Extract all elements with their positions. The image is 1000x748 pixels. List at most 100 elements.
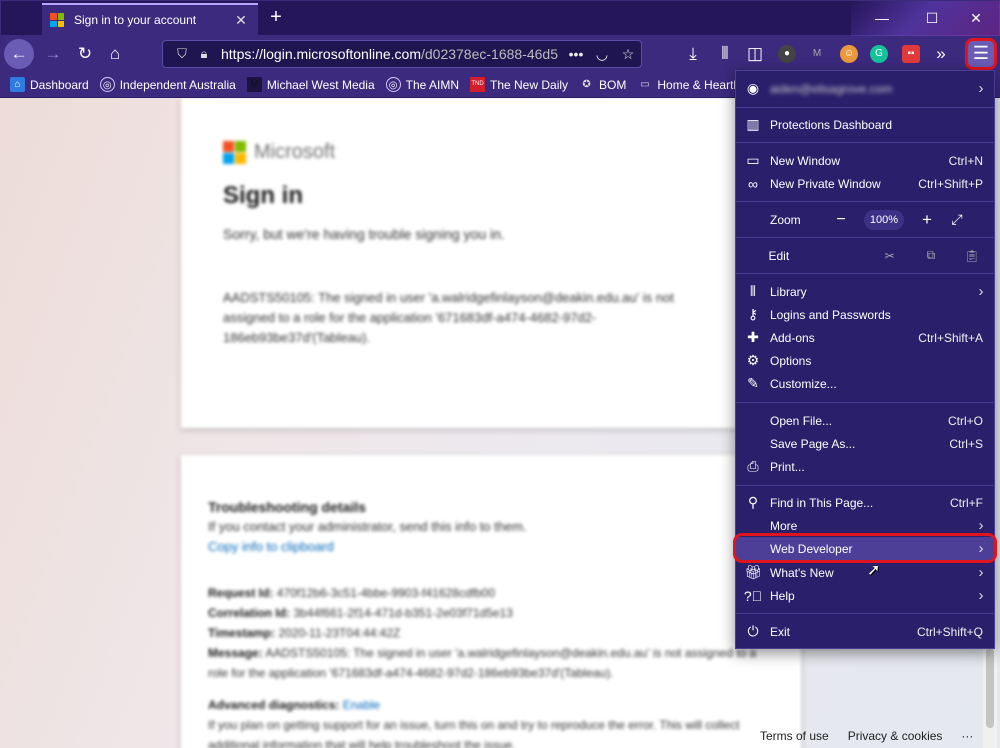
menu-open-file[interactable]: Open File... Ctrl+O bbox=[736, 409, 994, 432]
zoom-out-button[interactable]: − bbox=[830, 211, 852, 229]
menu-whats-new[interactable]: 🎁︎ What's New › bbox=[736, 561, 994, 584]
menu-separator bbox=[736, 402, 994, 403]
copy-info-link[interactable]: Copy info to clipboard bbox=[208, 539, 334, 554]
detail-row: Message: AADSTS50105: The signed in user… bbox=[208, 646, 757, 680]
reload-button[interactable]: ↻ bbox=[72, 42, 98, 66]
grammarly-icon[interactable]: G bbox=[870, 45, 888, 63]
home-button[interactable]: ⌂ bbox=[102, 42, 128, 66]
more-options-link[interactable]: ··· bbox=[961, 729, 973, 743]
url-bar[interactable]: ⛉ 🔒︎ https://login.microsoftonline.com/d… bbox=[162, 40, 642, 68]
search-icon: ⚲ bbox=[747, 494, 759, 510]
puzzle-icon: ✚ bbox=[747, 329, 759, 345]
copy-icon[interactable]: ⧉ bbox=[912, 248, 950, 263]
menu-logins-passwords[interactable]: ⚷ Logins and Passwords bbox=[736, 303, 994, 326]
error-message: AADSTS50105: The signed in user 'a.walri… bbox=[223, 290, 674, 345]
bookmark-bom[interactable]: ✪ BOM bbox=[579, 77, 626, 92]
bookmark-home-hearth[interactable]: ▭ Home & Hearth bbox=[637, 77, 740, 92]
mw-logo-icon: M bbox=[246, 77, 262, 92]
back-button[interactable]: ← bbox=[4, 39, 34, 69]
terms-link[interactable]: Terms of use bbox=[760, 729, 829, 743]
extension-face-icon[interactable]: ☺ bbox=[840, 45, 858, 63]
troubleshooting-card: Troubleshooting details If you contact y… bbox=[181, 455, 801, 748]
gear-icon: ⚙ bbox=[746, 352, 760, 368]
bookmark-the-aimn[interactable]: ◎ The AIMN bbox=[385, 77, 459, 92]
library-icon: ⫴ bbox=[750, 283, 756, 299]
extension-m-icon[interactable]: M bbox=[808, 45, 826, 63]
tab-bar: Sign in to your account ✕ + — ☐ ✕ bbox=[0, 0, 1000, 37]
tab-title: Sign in to your account bbox=[74, 13, 197, 27]
page-title: Sign in bbox=[223, 182, 303, 209]
bookmark-star-icon[interactable]: ☆ bbox=[615, 46, 641, 63]
privacy-link[interactable]: Privacy & cookies bbox=[848, 729, 943, 743]
menu-separator bbox=[736, 107, 994, 108]
shield-icon[interactable]: ⛉ bbox=[171, 46, 193, 62]
minimize-button[interactable]: — bbox=[865, 5, 899, 31]
enable-link[interactable]: Enable bbox=[343, 698, 380, 712]
menu-protections-dashboard[interactable]: ▥ Protections Dashboard bbox=[736, 113, 994, 136]
tab-signin[interactable]: Sign in to your account ✕ bbox=[42, 3, 258, 35]
chevron-right-icon: › bbox=[978, 517, 984, 534]
microsoft-logo-icon bbox=[223, 141, 246, 164]
menu-separator bbox=[736, 613, 994, 614]
menu-customize[interactable]: ✎ Customize... bbox=[736, 372, 994, 395]
menu-edit-row: Edit ✂ ⧉ 📋︎ bbox=[736, 244, 994, 267]
printer-icon: ⎙ bbox=[747, 458, 759, 474]
menu-new-window[interactable]: ▭ New Window Ctrl+N bbox=[736, 149, 994, 172]
tab-close-icon[interactable]: ✕ bbox=[232, 12, 250, 29]
download-icon[interactable]: ⤓ bbox=[680, 42, 706, 66]
lock-icon[interactable]: 🔒︎ bbox=[193, 46, 215, 62]
avatar: ◉ bbox=[746, 80, 760, 96]
menu-options[interactable]: ⚙ Options bbox=[736, 349, 994, 372]
advanced-diagnostics-text: If you plan on getting support for an is… bbox=[208, 718, 740, 748]
menu-save-page[interactable]: Save Page As... Ctrl+S bbox=[736, 432, 994, 455]
extension-dark-icon[interactable]: ● bbox=[778, 45, 796, 63]
zoom-reset-button[interactable]: 100% bbox=[864, 209, 904, 230]
troubleshooting-title: Troubleshooting details bbox=[208, 499, 366, 515]
pocket-icon[interactable]: ◡ bbox=[589, 46, 615, 63]
gift-icon: 🎁︎ bbox=[744, 564, 762, 580]
globe-icon: ◎ bbox=[385, 77, 401, 92]
troubleshooting-details: Request Id: 470f12b6-3c51-4bbe-9903-f416… bbox=[208, 583, 778, 748]
menu-new-private-window[interactable]: ∞ New Private Window Ctrl+Shift+P bbox=[736, 172, 994, 195]
menu-print[interactable]: ⎙ Print... bbox=[736, 455, 994, 478]
fullscreen-icon[interactable]: ⤢ bbox=[938, 211, 976, 228]
detail-row: Request Id: 470f12b6-3c51-4bbe-9903-f416… bbox=[208, 586, 495, 600]
paste-icon[interactable]: 📋︎ bbox=[950, 249, 994, 263]
chevron-right-icon: › bbox=[978, 80, 984, 97]
bookmark-independent-australia[interactable]: ◎ Independent Australia bbox=[99, 77, 236, 92]
bookmark-dashboard[interactable]: ⌂ Dashboard bbox=[10, 77, 89, 92]
bookmark-michael-west-media[interactable]: M Michael West Media bbox=[246, 77, 375, 92]
menu-separator bbox=[736, 201, 994, 202]
tnd-logo-icon: TND bbox=[470, 77, 485, 92]
sidebar-icon[interactable]: ◫ bbox=[742, 42, 768, 66]
library-icon[interactable]: ⫴ bbox=[712, 42, 738, 66]
bookmark-the-new-daily[interactable]: TND The New Daily bbox=[470, 77, 568, 92]
page-actions-icon[interactable]: ••• bbox=[563, 46, 589, 62]
menu-find-in-page[interactable]: ⚲ Find in This Page... Ctrl+F bbox=[736, 491, 994, 514]
extension-red-icon[interactable]: ▪▪ bbox=[902, 45, 920, 63]
chevron-right-icon: › bbox=[978, 283, 984, 300]
forward-button[interactable]: → bbox=[40, 42, 66, 66]
troubleshooting-desc: If you contact your administrator, send … bbox=[208, 519, 527, 534]
folder-icon: ▭ bbox=[640, 79, 650, 90]
zoom-in-button[interactable]: + bbox=[916, 210, 938, 230]
microsoft-logo-icon bbox=[50, 13, 64, 27]
menu-zoom-row: Zoom − 100% + ⤢ bbox=[736, 208, 994, 231]
menu-help[interactable]: ?⃝ Help › bbox=[736, 584, 994, 607]
cut-icon[interactable]: ✂ bbox=[868, 249, 912, 263]
scrollbar-thumb[interactable] bbox=[986, 648, 994, 728]
microsoft-brand: Microsoft bbox=[223, 141, 335, 164]
window-icon: ▭ bbox=[746, 152, 760, 168]
menu-account[interactable]: ◉ aiden@elisagrove.com › bbox=[736, 77, 994, 100]
close-window-button[interactable]: ✕ bbox=[959, 5, 993, 31]
menu-library[interactable]: ⫴ Library › bbox=[736, 280, 994, 303]
menu-exit[interactable]: ⏻ Exit Ctrl+Shift+Q bbox=[736, 620, 994, 643]
new-tab-button[interactable]: + bbox=[264, 6, 288, 30]
maximize-button[interactable]: ☐ bbox=[915, 5, 949, 31]
menu-separator bbox=[736, 485, 994, 486]
chevron-right-icon: › bbox=[978, 564, 984, 581]
url-text[interactable]: https://login.microsoftonline.com/d02378… bbox=[221, 46, 563, 62]
hamburger-menu-button[interactable]: ☰ bbox=[965, 38, 997, 70]
menu-addons[interactable]: ✚ Add-ons Ctrl+Shift+A bbox=[736, 326, 994, 349]
overflow-chevron-icon[interactable]: » bbox=[928, 42, 954, 66]
